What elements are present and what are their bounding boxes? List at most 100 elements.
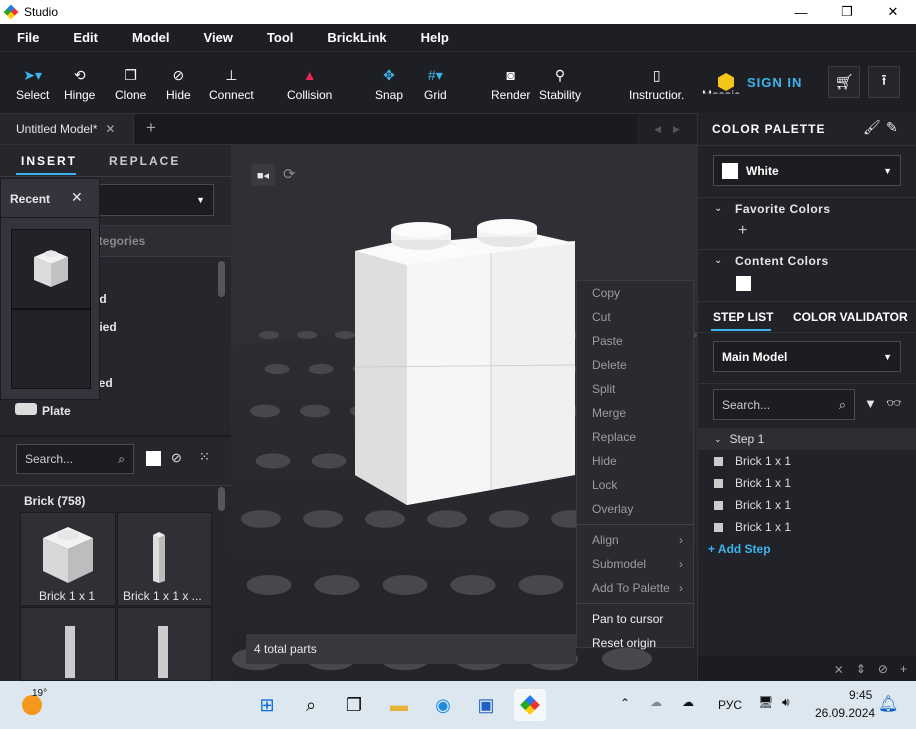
context-item-replace[interactable]: Replace bbox=[577, 425, 693, 449]
edge-button[interactable]: ◉ bbox=[427, 689, 459, 721]
context-item-merge[interactable]: Merge bbox=[577, 401, 693, 425]
notification-bell-icon[interactable]: 🔔︎ bbox=[878, 694, 898, 714]
tab-color-validator[interactable]: COLOR VALIDATOR bbox=[793, 310, 908, 324]
tab-insert[interactable]: INSERT bbox=[21, 154, 77, 168]
context-item-delete[interactable]: Delete bbox=[577, 353, 693, 377]
clone-tool[interactable]: ❐ Clone bbox=[115, 66, 146, 102]
menu-view[interactable]: View bbox=[187, 30, 250, 45]
render-tool[interactable]: ◙ Render bbox=[491, 66, 530, 102]
snap-tool[interactable]: ✥ Snap bbox=[375, 66, 403, 102]
favorite-colors-label[interactable]: Favorite Colors bbox=[735, 202, 831, 216]
grid-view-icon[interactable]: ⁙ bbox=[199, 449, 210, 465]
sync-icon[interactable]: ☁ bbox=[682, 695, 694, 709]
hide-tool[interactable]: ⊘ Hide bbox=[166, 66, 191, 102]
file-explorer-button[interactable]: ▬ bbox=[383, 689, 415, 721]
language-indicator[interactable]: РУС bbox=[718, 698, 742, 712]
glasses-icon[interactable]: 👓︎ bbox=[886, 396, 901, 410]
onedrive-icon[interactable]: ☁ bbox=[650, 695, 662, 709]
context-item-lock[interactable]: Lock bbox=[577, 473, 693, 497]
part-tile-brick-1x1[interactable]: Brick 1 x 1 bbox=[20, 512, 116, 606]
collapse-icon[interactable]: ⌄ bbox=[714, 255, 722, 266]
volume-icon[interactable]: 🔊︎ bbox=[782, 695, 790, 710]
collision-tool[interactable]: ▲ Collision bbox=[287, 66, 332, 102]
minimize-button[interactable]: — bbox=[778, 0, 824, 24]
hinge-tool[interactable]: ⟲ Hinge bbox=[64, 66, 95, 102]
context-item-copy[interactable]: Copy bbox=[577, 281, 693, 305]
context-item-cut[interactable]: Cut bbox=[577, 305, 693, 329]
menu-edit[interactable]: Edit bbox=[56, 30, 115, 45]
menu-file[interactable]: File bbox=[0, 30, 56, 45]
content-colors-label[interactable]: Content Colors bbox=[735, 254, 829, 268]
menu-model[interactable]: Model bbox=[115, 30, 187, 45]
step-part[interactable]: Brick 1 x 1 bbox=[698, 472, 916, 494]
tab-step-list[interactable]: STEP LIST bbox=[713, 310, 773, 324]
content-color-white[interactable] bbox=[736, 276, 751, 291]
recent-empty-slot[interactable] bbox=[11, 309, 91, 389]
menu-help[interactable]: Help bbox=[404, 30, 466, 45]
show-hidden-icons[interactable]: ⌃ bbox=[620, 696, 630, 710]
tab-untitled-model[interactable]: Untitled Model* ✕ bbox=[0, 114, 134, 144]
eyedropper-icon[interactable]: ✎ bbox=[886, 119, 898, 136]
add-favorite-color-button[interactable]: + bbox=[738, 222, 747, 240]
category-plate[interactable]: Plate bbox=[42, 404, 71, 418]
network-icon[interactable]: 🖥︎ bbox=[758, 695, 773, 709]
color-select[interactable]: White ▼ bbox=[713, 155, 901, 186]
expand-all-icon[interactable]: ⇕ bbox=[856, 662, 866, 676]
task-view-button[interactable]: ❐ bbox=[338, 689, 370, 721]
start-button[interactable]: ⊞ bbox=[251, 689, 283, 721]
camera-button[interactable]: ■◂ bbox=[251, 164, 275, 186]
parts-scrollbar[interactable] bbox=[218, 487, 225, 511]
cart-button[interactable]: 🛒︎ bbox=[828, 66, 860, 98]
context-submenu-add-to-palette[interactable]: Add To Palette › bbox=[577, 576, 693, 600]
clock-date[interactable]: 26.09.2024 bbox=[815, 706, 875, 720]
grid-tool[interactable]: #▾ Grid bbox=[424, 66, 447, 102]
tab-scroll[interactable]: ◀ ▶ bbox=[637, 114, 697, 144]
upload-button[interactable]: ⭱ bbox=[868, 66, 900, 98]
filter-icon[interactable]: ▼ bbox=[864, 396, 877, 411]
add-icon[interactable]: + bbox=[900, 662, 907, 676]
step-part[interactable]: Brick 1 x 1 bbox=[698, 450, 916, 472]
tab-replace[interactable]: REPLACE bbox=[109, 154, 180, 168]
hide-icon[interactable]: ⊘ bbox=[878, 662, 888, 676]
paint-roller-icon[interactable]: 🖌︎ bbox=[863, 119, 881, 136]
step-part[interactable]: Brick 1 x 1 bbox=[698, 516, 916, 538]
menu-bricklink[interactable]: BrickLink bbox=[310, 30, 403, 45]
context-submenu-submodel[interactable]: Submodel › bbox=[577, 552, 693, 576]
clock-time[interactable]: 9:45 bbox=[849, 688, 872, 702]
close-button[interactable]: ✕ bbox=[870, 0, 916, 24]
store-button[interactable]: ▣ bbox=[470, 689, 502, 721]
studio-taskbar-button[interactable] bbox=[514, 689, 546, 721]
scroll-right-icon[interactable]: ▶ bbox=[673, 124, 680, 135]
context-action-pan-to-cursor[interactable]: Pan to cursor bbox=[577, 607, 693, 631]
orbit-icon[interactable]: ⟳ bbox=[283, 165, 296, 183]
step-search-input[interactable]: Search... ⌕ bbox=[713, 389, 855, 420]
search-button[interactable]: ⌕ bbox=[295, 689, 327, 721]
scroll-left-icon[interactable]: ◀ bbox=[654, 124, 661, 135]
sign-in-button[interactable]: SIGN IN bbox=[747, 75, 802, 90]
part-tile[interactable] bbox=[117, 607, 212, 681]
part-tile[interactable] bbox=[20, 607, 116, 681]
connect-tool[interactable]: ⊥ Connect bbox=[209, 66, 254, 102]
filter-off-icon[interactable]: ⊘ bbox=[171, 450, 182, 466]
context-item-split[interactable]: Split bbox=[577, 377, 693, 401]
close-recent-icon[interactable]: ✕ bbox=[71, 189, 83, 206]
instructions-tool[interactable]: ▯ Instructior. bbox=[629, 66, 684, 102]
recent-part-brick-1x1[interactable] bbox=[11, 229, 91, 309]
context-submenu-align[interactable]: Align › bbox=[577, 528, 693, 552]
collapse-icon[interactable]: ⌄ bbox=[714, 203, 722, 214]
part-tile-brick-1x1x[interactable]: Brick 1 x 1 x ... bbox=[117, 512, 212, 606]
add-step-button[interactable]: + Add Step bbox=[698, 538, 916, 560]
maximize-button[interactable]: ❐ bbox=[824, 0, 870, 24]
select-tool[interactable]: ➤▾ Select bbox=[16, 66, 49, 102]
palette-dropdown[interactable]: ▼ bbox=[98, 184, 214, 216]
category-scrollbar[interactable] bbox=[218, 261, 225, 297]
context-item-hide[interactable]: Hide bbox=[577, 449, 693, 473]
step-1[interactable]: ⌄ Step 1 bbox=[698, 428, 916, 450]
context-item-overlay[interactable]: Overlay bbox=[577, 497, 693, 521]
step-part[interactable]: Brick 1 x 1 bbox=[698, 494, 916, 516]
menu-tool[interactable]: Tool bbox=[250, 30, 310, 45]
model-select[interactable]: Main Model ▼ bbox=[713, 341, 901, 372]
add-tab-button[interactable]: + bbox=[146, 118, 156, 138]
context-action-reset-origin[interactable]: Reset origin bbox=[577, 631, 693, 655]
stability-tool[interactable]: ⚲ Stability bbox=[539, 66, 581, 102]
